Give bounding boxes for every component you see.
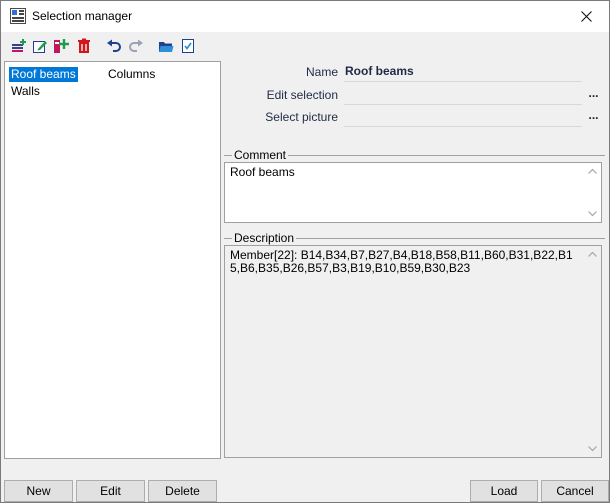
- description-label: Description: [232, 231, 297, 245]
- comment-group-header: Comment: [224, 148, 605, 162]
- delete-selection-icon: [77, 38, 90, 53]
- checklist-button[interactable]: [179, 37, 196, 54]
- comment-text: Roof beams: [230, 165, 295, 179]
- name-label: Name: [305, 65, 338, 79]
- redo-button[interactable]: [127, 37, 144, 54]
- select-picture-browse-button[interactable]: ...: [584, 108, 603, 126]
- undo-icon: [106, 39, 121, 52]
- select-picture-field[interactable]: [344, 106, 582, 127]
- description-textarea[interactable]: Member[22]: B14,B34,B7,B27,B4,B18,B58,B1…: [224, 245, 602, 458]
- window-title: Selection manager: [32, 9, 133, 23]
- description-group-header: Description: [224, 231, 605, 245]
- description-scrollbar[interactable]: [584, 246, 601, 457]
- edit-selection-icon: [32, 40, 47, 53]
- edit-button[interactable]: Edit: [76, 480, 145, 502]
- list-item-columns[interactable]: Columns: [106, 67, 157, 82]
- scroll-up-icon[interactable]: [587, 249, 598, 260]
- list-item-roof-beams[interactable]: Roof beams: [9, 67, 78, 82]
- cancel-button[interactable]: Cancel: [541, 480, 609, 502]
- comment-scrollbar[interactable]: [584, 163, 601, 222]
- checklist-icon: [181, 38, 194, 53]
- edit-selection-button[interactable]: [31, 37, 48, 54]
- comment-textarea[interactable]: Roof beams: [224, 162, 602, 223]
- comment-label: Comment: [232, 148, 289, 162]
- selection-manager-window: Selection manager Roof beams Columns Wal…: [0, 0, 610, 503]
- delete-selection-button[interactable]: [75, 37, 92, 54]
- new-selection-icon: [11, 38, 26, 52]
- open-folder-icon: [158, 41, 173, 52]
- list-item-walls[interactable]: Walls: [9, 84, 42, 99]
- add-to-selection-button[interactable]: [52, 37, 69, 54]
- app-icon: [10, 8, 26, 24]
- scroll-up-icon[interactable]: [587, 166, 598, 177]
- scroll-down-icon[interactable]: [587, 443, 598, 454]
- edit-selection-browse-button[interactable]: ...: [584, 86, 603, 104]
- edit-selection-label: Edit selection: [266, 88, 338, 102]
- redo-icon: [128, 39, 143, 52]
- edit-selection-field[interactable]: [344, 84, 582, 105]
- scroll-down-icon[interactable]: [587, 208, 598, 219]
- select-picture-label: Select picture: [265, 110, 338, 124]
- add-to-selection-icon: [53, 38, 69, 53]
- new-selection-button[interactable]: [10, 37, 27, 54]
- close-icon: [580, 11, 592, 22]
- new-button[interactable]: New: [4, 480, 73, 502]
- open-button[interactable]: [157, 37, 174, 54]
- toolbar: [1, 32, 609, 59]
- undo-button[interactable]: [105, 37, 122, 54]
- delete-button[interactable]: Delete: [148, 480, 217, 502]
- title-bar: Selection manager: [1, 1, 609, 32]
- description-text: Member[22]: B14,B34,B7,B27,B4,B18,B58,B1…: [230, 248, 573, 275]
- close-button[interactable]: [563, 1, 609, 32]
- load-button[interactable]: Load: [470, 480, 538, 502]
- name-field[interactable]: Roof beams: [344, 61, 582, 82]
- selection-list[interactable]: Roof beams Columns Walls: [4, 61, 221, 459]
